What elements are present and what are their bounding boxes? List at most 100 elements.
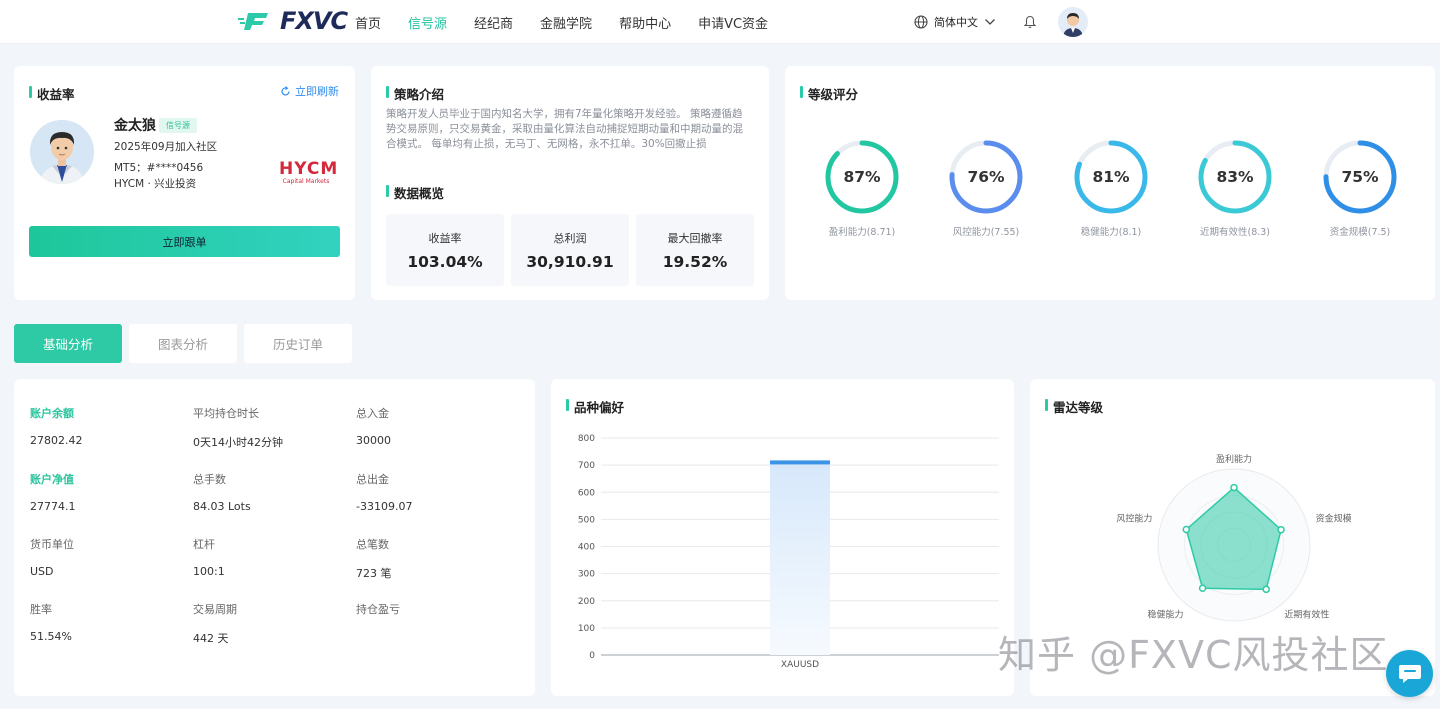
field-value: 30000 <box>356 434 391 447</box>
rating-ring: 81% <box>1072 138 1150 216</box>
nav-brokers[interactable]: 经纪商 <box>474 13 513 32</box>
stat-return: 收益率 103.04% <box>386 214 504 286</box>
rating-ring: 76% <box>947 138 1025 216</box>
field-label: 平均持仓时长 <box>193 407 259 420</box>
y-tick-label: 0 <box>589 651 595 661</box>
nav-apply-vc[interactable]: 申请VC资金 <box>698 13 768 32</box>
top-navbar: FXVC 首页 信号源 经纪商 金融学院 帮助中心 申请VC资金 简体中文 <box>0 0 1440 44</box>
field-label: 交易周期 <box>193 603 237 616</box>
main-nav: 首页 信号源 经纪商 金融学院 帮助中心 申请VC资金 <box>355 0 795 44</box>
signal-badge: 信号源 <box>159 118 197 133</box>
rating-title: 等级评分 <box>800 84 858 103</box>
chat-button[interactable] <box>1386 650 1433 697</box>
follow-button[interactable]: 立即跟单 <box>29 226 340 257</box>
trader-name: 金太狼 <box>114 118 156 134</box>
account-field: 持仓盈亏 <box>356 601 400 630</box>
field-value: 27774.1 <box>30 500 76 513</box>
nav-signals[interactable]: 信号源 <box>408 13 447 32</box>
tab-chart-analysis[interactable]: 图表分析 <box>129 324 237 363</box>
x-tick-label: XAUUSD <box>781 660 819 670</box>
radar-point <box>1277 525 1285 534</box>
logo[interactable]: FXVC <box>238 6 348 36</box>
field-label: 总出金 <box>356 473 389 486</box>
rating-label: 盈利能力(8.71) <box>828 227 896 238</box>
field-value: 0天14小时42分钟 <box>193 436 283 449</box>
nav-help[interactable]: 帮助中心 <box>619 13 671 32</box>
refresh-label: 立即刷新 <box>295 85 339 98</box>
rating-value: 75% <box>1341 168 1379 186</box>
language-selector[interactable]: 简体中文 <box>914 14 1002 30</box>
account-field: 总出金 -33109.07 <box>356 471 412 513</box>
broker-logo-main: HYCM <box>279 159 339 179</box>
stat-label: 收益率 <box>428 232 462 245</box>
field-value: 100:1 <box>193 565 225 578</box>
chat-icon <box>1398 664 1421 683</box>
account-field: 总笔数 723 笔 <box>356 536 392 581</box>
radar-axis-label: 风控能力 <box>1116 512 1152 524</box>
account-field: 交易周期 442 天 <box>193 601 237 646</box>
broker-logo: HYCM Capital Markets <box>279 159 339 186</box>
user-avatar-icon <box>1058 7 1088 37</box>
field-value: 723 笔 <box>356 567 392 580</box>
broker-logo-sub: Capital Markets <box>282 178 330 185</box>
account-field: 总入金 30000 <box>356 405 391 447</box>
radar-axis-label: 资金规模 <box>1316 512 1352 524</box>
field-value: 27802.42 <box>30 434 83 447</box>
account-field: 账户净值 27774.1 <box>30 471 76 513</box>
field-value: -33109.07 <box>356 500 413 513</box>
rating-label: 资金规模(7.5) <box>1329 227 1391 238</box>
strategy-description: 策略开发人员毕业于国内知名大学，拥有7年量化策略开发经验。 策略遵循趋势交易原则… <box>386 108 743 150</box>
refresh-button[interactable]: 立即刷新 <box>280 83 339 99</box>
bar <box>770 462 830 655</box>
user-avatar[interactable] <box>1058 7 1088 37</box>
variety-card: 品种偏好 0 100 200 300 400 500 600 700 800 XAUUSD <box>551 379 1014 696</box>
rating-ring: 87% <box>823 138 901 216</box>
broker-name: HYCM · 兴业投资 <box>114 178 197 190</box>
strategy-card: 策略介绍 策略开发人员毕业于国内知名大学，拥有7年量化策略开发经验。 策略遵循趋… <box>371 66 769 300</box>
basic-analysis-card: 账户余额 27802.42 平均持仓时长 0天14小时42分钟 总入金 30000 账户净值… <box>14 379 535 696</box>
field-label: 总笔数 <box>356 538 389 551</box>
tab-basic-analysis[interactable]: 基础分析 <box>14 324 122 363</box>
field-label: 持仓盈亏 <box>356 603 400 616</box>
y-tick-label: 100 <box>578 624 595 634</box>
rating-value: 83% <box>1216 168 1254 186</box>
rating-value: 81% <box>1092 168 1130 186</box>
y-tick-label: 700 <box>578 461 595 471</box>
stat-value: 30,910.91 <box>526 253 614 271</box>
y-tick-label: 400 <box>578 543 595 553</box>
field-label: 货币单位 <box>30 538 74 551</box>
refresh-icon <box>281 85 290 96</box>
rating-label: 风控能力(7.55) <box>952 227 1020 238</box>
rating-value: 76% <box>967 168 1005 186</box>
nav-home[interactable]: 首页 <box>355 13 381 32</box>
nav-academy[interactable]: 金融学院 <box>540 13 592 32</box>
bell-icon[interactable] <box>1024 15 1036 29</box>
stat-profit: 总利润 30,910.91 <box>511 214 629 286</box>
rating-card: 等级评分 87% 盈利能力(8.71) 76% 风控能力(7.55) 81% 稳健能力(8… <box>785 66 1435 300</box>
mt5-account: MT5：#****0456 <box>114 162 204 174</box>
rating-label: 近期有效性(8.3) <box>1199 227 1271 238</box>
watermark: 知乎 @FXVC风投社区 <box>998 633 1389 677</box>
account-field: 杠杆 100:1 <box>193 536 225 578</box>
field-label: 杠杆 <box>193 538 215 551</box>
logo-mark-icon <box>238 13 268 30</box>
stat-value: 103.04% <box>407 253 483 271</box>
radar-point <box>1182 525 1191 534</box>
field-value: USD <box>30 565 54 578</box>
y-tick-label: 200 <box>578 597 595 607</box>
join-date: 2025年09月加入社区 <box>114 141 218 153</box>
radar-point <box>1262 585 1270 594</box>
field-value: 84.03 Lots <box>193 500 251 513</box>
bar-top <box>770 460 830 465</box>
tab-order-history[interactable]: 历史订单 <box>244 324 352 363</box>
radar-point <box>1198 584 1207 593</box>
profile-card: 收益率 立即刷新 金太狼 信号源 2025年09月加入社区 MT5：#****0… <box>14 66 355 300</box>
y-tick-label: 300 <box>578 570 595 580</box>
account-field: 胜率 51.54% <box>30 601 72 643</box>
chevron-down-icon <box>985 19 995 25</box>
field-label: 胜率 <box>30 603 52 616</box>
stat-label: 最大回撤率 <box>667 232 723 245</box>
y-tick-label: 500 <box>578 515 595 525</box>
language-label: 简体中文 <box>934 16 978 29</box>
y-tick-label: 800 <box>578 434 595 444</box>
